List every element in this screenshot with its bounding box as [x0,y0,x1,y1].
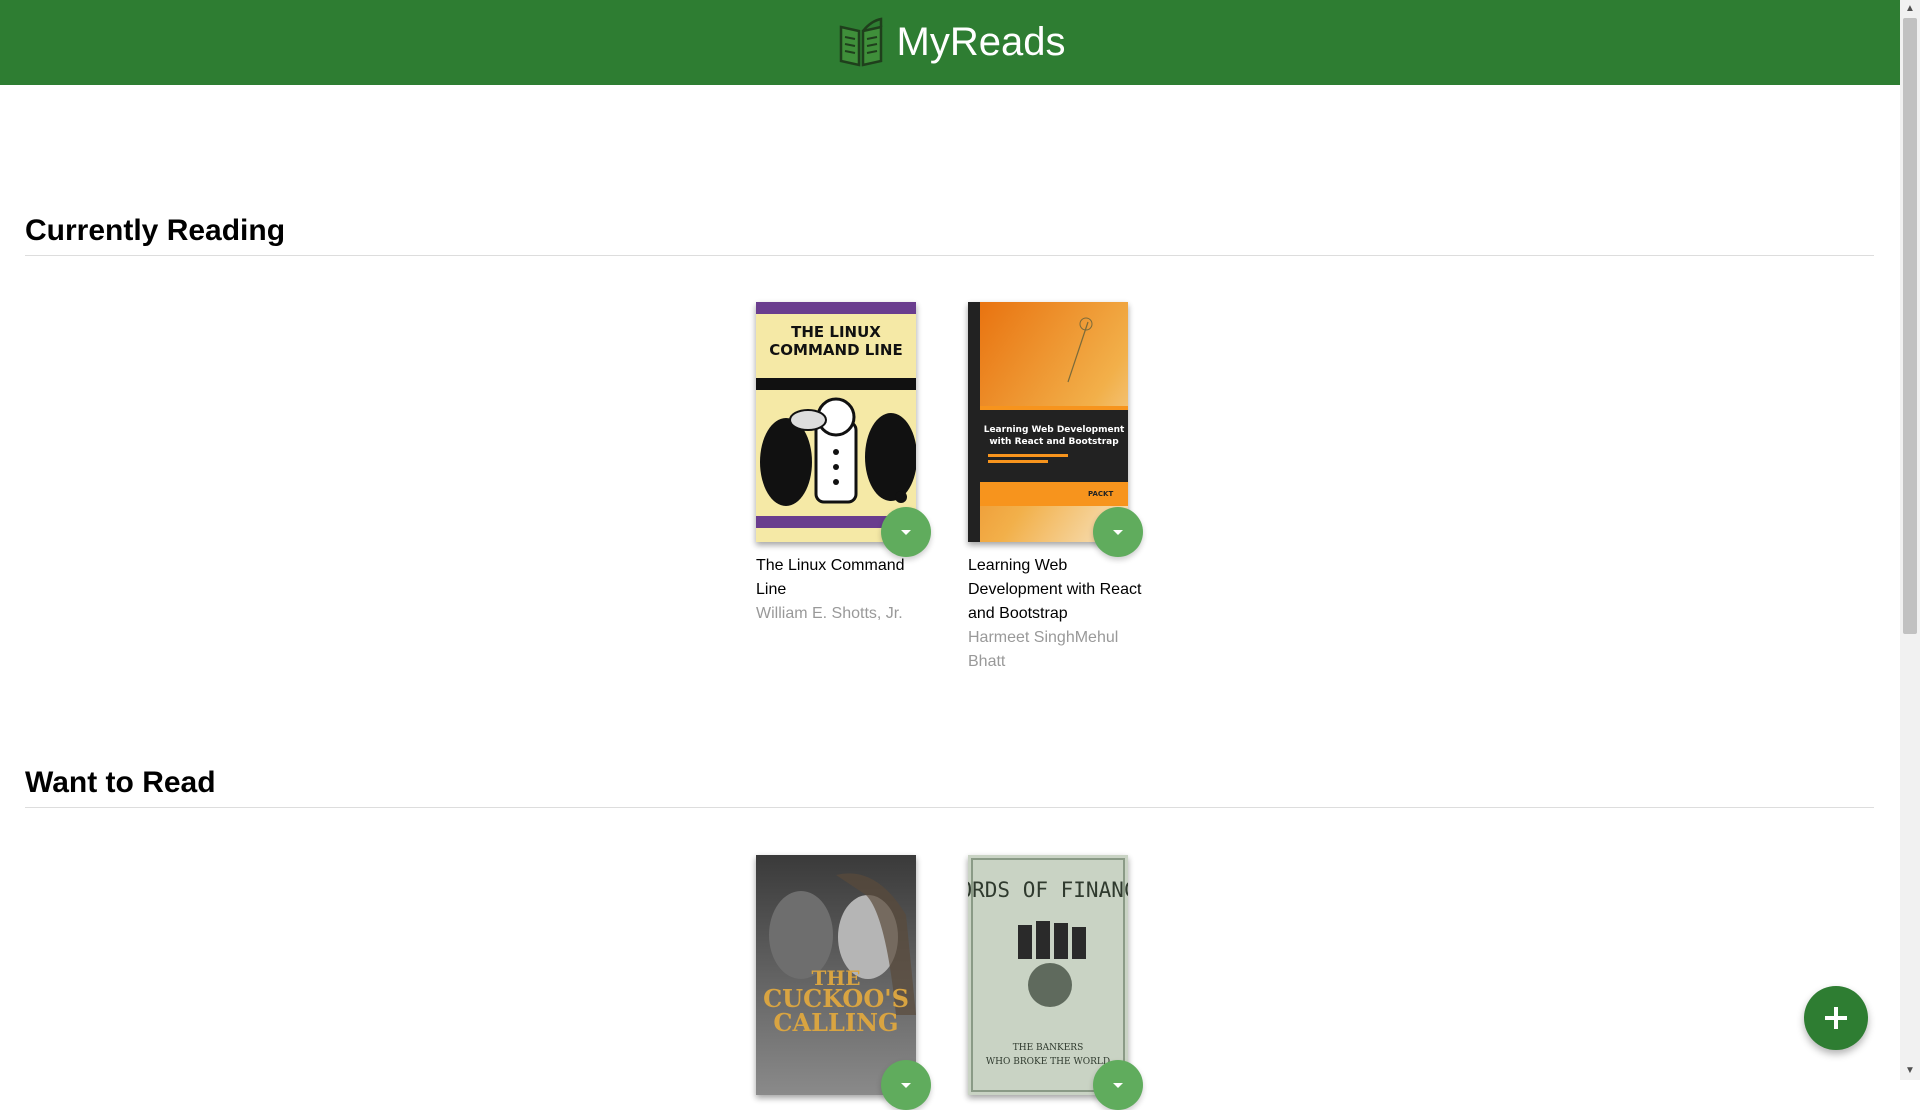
shelf-title-want-to-read: Want to Read [25,766,216,799]
chevron-down-icon [901,1082,911,1088]
app-title: MyReads [896,20,1066,64]
cover-line-1: THE LINUX [791,323,881,341]
book-authors: William E. Shotts, Jr. [756,605,903,622]
book-title: The Linux Command Line [756,557,905,598]
shelf-divider [25,807,1874,808]
shelf-divider [25,255,1874,256]
cover-line-2: with React and Bootstrap [989,437,1119,447]
book-cover[interactable]: Learning Web Development with React and … [968,302,1128,542]
cover-line-1: LORDS OF FINANCE [968,878,1128,902]
shelf-changer-button[interactable] [1093,507,1143,557]
chevron-down-icon [1113,529,1123,535]
add-book-button[interactable] [1804,986,1868,1050]
cover-line-1: Learning Web Development [984,425,1125,435]
cover-line-2: THE BANKERS [1013,1043,1084,1053]
scroll-up-icon[interactable]: ▲ [1900,0,1920,18]
open-book-icon [839,16,882,67]
book-cover[interactable]: THE CUCKOO'S CALLING [756,855,916,1095]
shelf-changer-button[interactable] [1093,1060,1143,1110]
cover-publisher: PACKT [1088,490,1113,498]
book-item: THE CUCKOO'S CALLING [756,855,936,1110]
cover-line-3: WHO BROKE THE WORLD [986,1057,1110,1067]
shelf-changer-button[interactable] [881,507,931,557]
lords-cover-art: LORDS OF FINANCE THE BANKERS WHO BROKE T… [968,855,1128,1095]
scrollbar-thumb[interactable] [1903,18,1917,634]
book-cover[interactable]: THE LINUX COMMAND LINE [756,302,916,542]
app-header: MyReads [0,0,1900,85]
cuckoo-cover-art: THE CUCKOO'S CALLING [756,855,916,1095]
shelf-title-currently-reading: Currently Reading [25,214,286,247]
linux-cover-art: THE LINUX COMMAND LINE [756,302,916,542]
page-scrollbar[interactable]: ▲ ▼ [1900,0,1920,1080]
cover-line-2: COMMAND LINE [769,341,902,359]
book-item: THE LINUX COMMAND LINE The Linux Command… [756,302,936,626]
book-cover[interactable]: LORDS OF FINANCE THE BANKERS WHO BROKE T… [968,855,1128,1095]
book-title: Learning Web Development with React and … [968,557,1142,622]
chevron-down-icon [1113,1082,1123,1088]
plus-icon [1825,1007,1847,1029]
book-authors: Harmeet SinghMehul Bhatt [968,629,1119,670]
react-cover-art: Learning Web Development with React and … [968,302,1128,542]
cover-line-3: CALLING [773,1008,898,1037]
shelf-changer-button[interactable] [881,1060,931,1110]
book-item: LORDS OF FINANCE THE BANKERS WHO BROKE T… [968,855,1148,1110]
book-item: Learning Web Development with React and … [968,302,1148,674]
chevron-down-icon [901,529,911,535]
scroll-down-icon[interactable]: ▼ [1900,1062,1920,1080]
